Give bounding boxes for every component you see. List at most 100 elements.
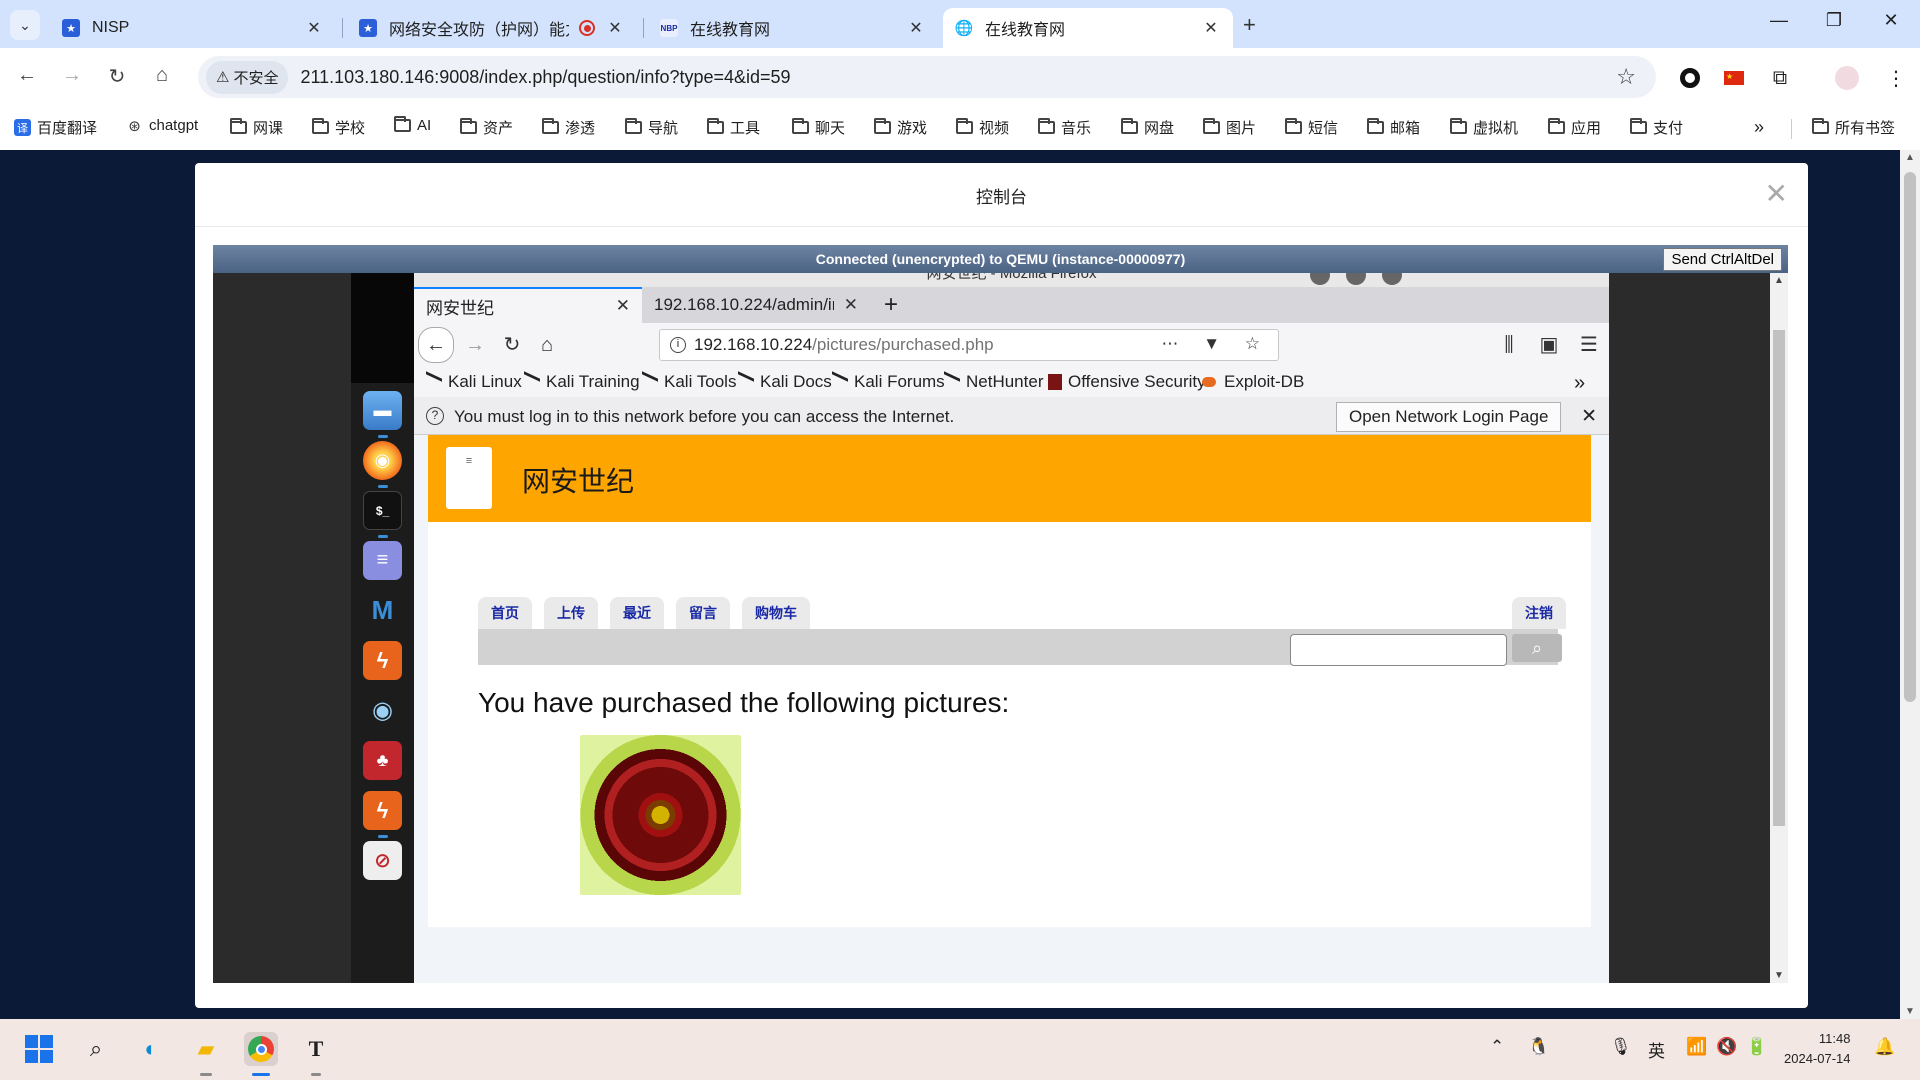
ff-close-button[interactable] bbox=[1382, 273, 1402, 285]
bookmark-10[interactable]: 游戏 bbox=[874, 117, 927, 138]
nav-upload[interactable]: 上传 bbox=[544, 597, 598, 629]
browser-tab-nisp[interactable]: ★ NISP ✕ bbox=[50, 8, 336, 48]
bookmark-11[interactable]: 视频 bbox=[956, 117, 1009, 138]
close-tab-icon[interactable]: ✕ bbox=[1201, 18, 1221, 38]
close-tab-icon[interactable]: ✕ bbox=[304, 18, 324, 38]
nav-home[interactable]: 首页 bbox=[478, 597, 532, 629]
ff-back-button[interactable]: ← bbox=[418, 327, 454, 363]
reload-button[interactable]: ↻ bbox=[102, 64, 132, 89]
nav-logout[interactable]: 注销 bbox=[1512, 597, 1566, 629]
ff-bookmark-2[interactable]: Kali Tools bbox=[642, 371, 736, 393]
text-editor-icon[interactable]: ≡ bbox=[363, 541, 402, 580]
bookmark-3[interactable]: 学校 bbox=[312, 117, 365, 138]
qq-icon[interactable]: 🐧 bbox=[1528, 1037, 1549, 1057]
ff-minimize-button[interactable] bbox=[1310, 273, 1330, 285]
microphone-icon[interactable]: 🎙 bbox=[1610, 1037, 1632, 1057]
scroll-down-icon[interactable]: ▼ bbox=[1770, 970, 1788, 981]
bookmark-7[interactable]: 导航 bbox=[625, 117, 678, 138]
extension-circle-icon[interactable] bbox=[1678, 66, 1702, 90]
wifi-icon[interactable]: 📶 bbox=[1686, 1037, 1707, 1057]
notice-close-icon[interactable]: ✕ bbox=[1581, 405, 1597, 428]
library-icon[interactable]: ⫼ bbox=[1494, 330, 1524, 360]
bookmark-14[interactable]: 图片 bbox=[1203, 117, 1256, 138]
close-tab-icon[interactable]: ✕ bbox=[906, 18, 926, 38]
china-flag-icon[interactable]: ★ bbox=[1722, 66, 1746, 90]
ff-menu-icon[interactable]: ☰ bbox=[1574, 330, 1604, 360]
address-bar[interactable]: ⚠ 不安全 211.103.180.146:9008/index.php/que… bbox=[198, 56, 1656, 98]
ff-reload-button[interactable]: ↻ bbox=[497, 330, 527, 360]
browser-tab-attack-defense[interactable]: ★ 网络安全攻防（护网）能力 ✕ bbox=[347, 8, 637, 48]
bookmark-17[interactable]: 虚拟机 bbox=[1450, 117, 1518, 138]
nav-guestbook[interactable]: 留言 bbox=[676, 597, 730, 629]
bookmark-13[interactable]: 网盘 bbox=[1121, 117, 1174, 138]
new-tab-button[interactable]: + bbox=[1243, 12, 1256, 38]
bookmark-6[interactable]: 渗透 bbox=[542, 117, 595, 138]
ff-forward-button[interactable]: → bbox=[460, 330, 490, 360]
scroll-thumb[interactable] bbox=[1773, 330, 1785, 826]
profile-avatar[interactable] bbox=[1835, 66, 1859, 90]
bookmark-18[interactable]: 应用 bbox=[1548, 117, 1601, 138]
site-search-input[interactable] bbox=[1290, 634, 1507, 666]
ime-indicator[interactable]: 英 bbox=[1648, 1037, 1665, 1062]
bookmark-5[interactable]: 资产 bbox=[460, 117, 513, 138]
send-ctrl-alt-del-button[interactable]: Send CtrlAltDel bbox=[1663, 248, 1782, 271]
restore-button[interactable]: ❐ bbox=[1819, 10, 1849, 31]
scroll-thumb[interactable] bbox=[1904, 172, 1916, 702]
ff-new-tab-button[interactable]: + bbox=[872, 287, 912, 323]
bookmark-12[interactable]: 音乐 bbox=[1038, 117, 1091, 138]
browser-menu-icon[interactable]: ⋮ bbox=[1884, 66, 1908, 90]
close-tab-icon[interactable]: ✕ bbox=[844, 295, 858, 315]
purchased-flower-image[interactable] bbox=[580, 735, 741, 895]
typora-icon[interactable]: T bbox=[299, 1032, 333, 1066]
ff-bookmark-0[interactable]: Kali Linux bbox=[426, 371, 522, 393]
metasploit-icon[interactable]: M bbox=[363, 591, 402, 630]
forward-button[interactable]: → bbox=[57, 64, 87, 87]
volume-muted-icon[interactable]: 🔇 bbox=[1716, 1037, 1737, 1057]
battery-icon[interactable]: 🔋 bbox=[1746, 1037, 1767, 1057]
close-tab-icon[interactable]: ✕ bbox=[605, 18, 625, 38]
ff-bookmark-5[interactable]: NetHunter bbox=[944, 371, 1043, 393]
bookmarks-overflow-icon[interactable]: » bbox=[1754, 117, 1764, 138]
bookmark-2[interactable]: 网课 bbox=[230, 117, 283, 138]
modal-close-button[interactable]: ✕ bbox=[1765, 177, 1788, 210]
ff-bookmarks-overflow-icon[interactable]: » bbox=[1574, 372, 1585, 395]
firefox-icon[interactable]: ◉ bbox=[363, 441, 402, 480]
show-hidden-icons-icon[interactable]: ⌃ bbox=[1490, 1037, 1504, 1057]
bookmark-9[interactable]: 聊天 bbox=[792, 117, 845, 138]
ff-bookmark-7[interactable]: Exploit-DB bbox=[1202, 372, 1304, 392]
bookmark-4[interactable]: AI bbox=[394, 116, 431, 134]
files-icon[interactable]: ▬ bbox=[363, 391, 402, 430]
bookmark-19[interactable]: 支付 bbox=[1630, 117, 1683, 138]
chrome-icon[interactable] bbox=[244, 1032, 278, 1066]
bookmark-15[interactable]: 短信 bbox=[1285, 117, 1338, 138]
site-logo[interactable]: ≡ bbox=[446, 447, 492, 509]
notifications-bell-icon[interactable]: 🔔 bbox=[1874, 1037, 1895, 1057]
back-button[interactable]: ← bbox=[12, 64, 42, 87]
ff-bookmark-1[interactable]: Kali Training bbox=[524, 371, 640, 393]
burpsuite-alt-icon[interactable]: ϟ bbox=[363, 791, 402, 830]
file-explorer-icon[interactable]: ▰ bbox=[189, 1032, 223, 1066]
minimize-button[interactable]: — bbox=[1764, 10, 1794, 31]
site-search-button[interactable]: ⌕ bbox=[1512, 634, 1562, 662]
ff-tab-admin[interactable]: 192.168.10.224/admin/index ✕ bbox=[642, 287, 870, 323]
ff-home-button[interactable]: ⌂ bbox=[532, 330, 562, 360]
ff-tab-wanan[interactable]: 网安世纪 ✕ bbox=[414, 287, 642, 323]
extensions-puzzle-icon[interactable]: ⧉ bbox=[1768, 66, 1792, 90]
home-button[interactable]: ⌂ bbox=[147, 64, 177, 87]
edge-icon[interactable]: ◐ bbox=[134, 1032, 168, 1066]
nav-recent[interactable]: 最近 bbox=[610, 597, 664, 629]
ff-bookmark-3[interactable]: Kali Docs bbox=[738, 371, 832, 393]
page-scrollbar[interactable]: ▲ ▼ bbox=[1900, 150, 1920, 1019]
burpsuite-icon[interactable]: ϟ bbox=[363, 641, 402, 680]
vnc-scrollbar[interactable]: ▲ ▼ bbox=[1770, 273, 1788, 983]
terminal-icon[interactable]: $_ bbox=[363, 491, 402, 530]
scroll-up-icon[interactable]: ▲ bbox=[1900, 152, 1920, 163]
close-tab-icon[interactable]: ✕ bbox=[616, 296, 630, 316]
windows-start-icon[interactable] bbox=[22, 1032, 56, 1066]
vnc-console[interactable]: Connected (unencrypted) to QEMU (instanc… bbox=[213, 245, 1788, 983]
page-actions-icon[interactable]: ⋯ ▼ ☆ bbox=[1161, 334, 1270, 354]
info-icon[interactable]: i bbox=[670, 337, 686, 353]
ff-maximize-button[interactable] bbox=[1346, 273, 1366, 285]
cherrytree-icon[interactable]: ♣ bbox=[363, 741, 402, 780]
bookmark-16[interactable]: 邮箱 bbox=[1367, 117, 1420, 138]
